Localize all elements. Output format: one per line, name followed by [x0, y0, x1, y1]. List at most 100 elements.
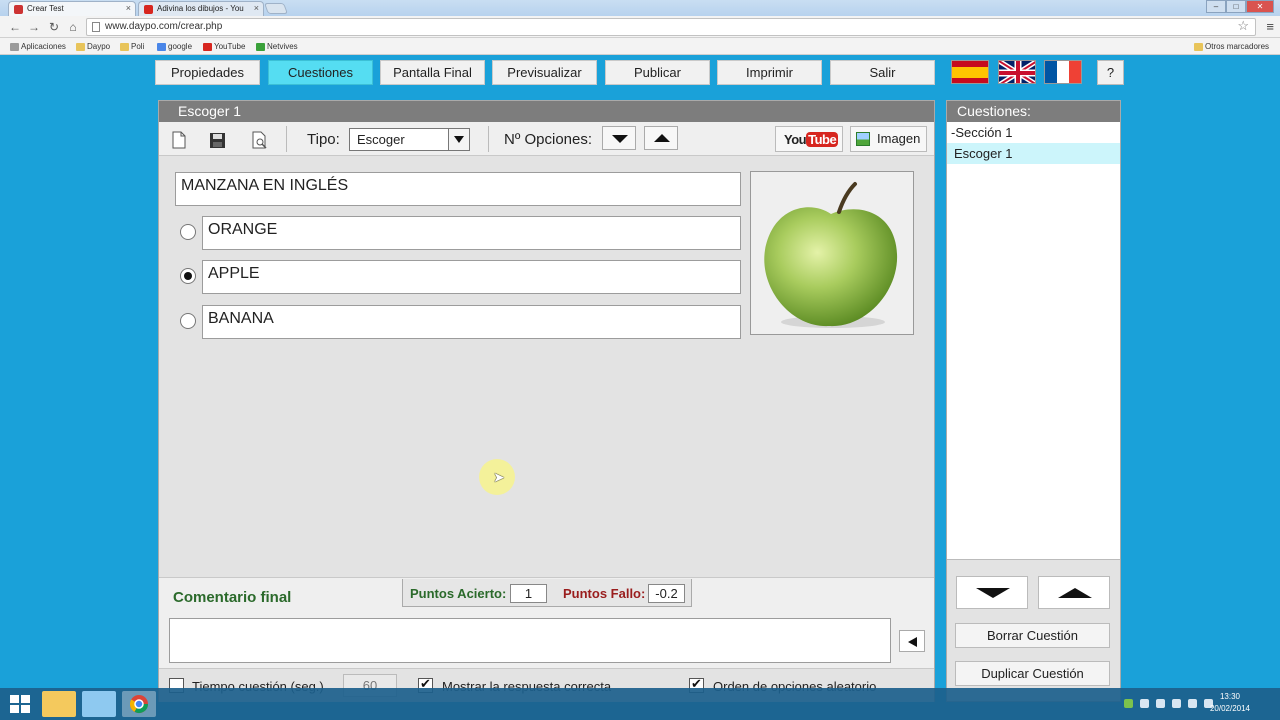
puntos-fallo-label: Puntos Fallo:: [563, 586, 646, 601]
french-flag-icon[interactable]: [1044, 60, 1082, 84]
address-bar[interactable]: www.daypo.com/crear.php ☆: [86, 18, 1256, 36]
new-tab-button[interactable]: [263, 3, 289, 14]
borrar-cuestion-button[interactable]: Borrar Cuestión: [955, 623, 1110, 648]
list-item-seccion[interactable]: -Sección 1: [947, 122, 1120, 143]
forward-arrow-icon[interactable]: →: [27, 19, 41, 35]
uk-flag-icon[interactable]: [998, 60, 1036, 84]
tab-propiedades[interactable]: Propiedades: [155, 60, 260, 85]
bookmark-label: google: [168, 42, 193, 51]
bookmark-aplicaciones[interactable]: Aplicaciones: [10, 41, 66, 53]
options-increase-button[interactable]: [644, 126, 678, 150]
close-icon[interactable]: ×: [254, 3, 259, 13]
url-text: www.daypo.com/crear.php: [105, 21, 223, 32]
list-item-escoger[interactable]: Escoger 1: [947, 143, 1120, 164]
youtube-favicon: [144, 5, 153, 14]
question-input[interactable]: MANZANA EN INGLÉS: [175, 172, 741, 206]
apple-image: [764, 182, 898, 328]
youtube-logo-icon: You Tube: [784, 132, 839, 147]
bookmark-google[interactable]: google: [157, 41, 192, 53]
youtube-button[interactable]: You Tube: [775, 126, 843, 152]
window-close-button[interactable]: ✕: [1246, 0, 1274, 13]
cuestiones-header: Cuestiones:: [947, 101, 1120, 122]
star-icon[interactable]: ☆: [1237, 18, 1249, 34]
browser-tab-crear-test[interactable]: Crear Test ×: [8, 1, 136, 16]
folder-icon[interactable]: [82, 691, 116, 717]
puntos-fallo-input[interactable]: -0.2: [648, 584, 685, 603]
option-radio-1[interactable]: [180, 224, 196, 240]
home-icon[interactable]: ⌂: [66, 19, 80, 35]
editor-title: Escoger 1: [159, 101, 934, 122]
question-image[interactable]: [750, 171, 914, 335]
comment-section: Comentario final Puntos Acierto: 1 Punto…: [159, 577, 934, 668]
bookmark-poli[interactable]: Poli: [120, 41, 144, 53]
taskbar-clock[interactable]: 13:30 20/02/2014: [1210, 691, 1250, 715]
chevron-down-icon: [448, 129, 469, 150]
tab-previsualizar[interactable]: Previsualizar: [492, 60, 597, 85]
tab-salir[interactable]: Salir: [830, 60, 935, 85]
mouse-pointer-icon: ➤: [493, 469, 505, 485]
image-button[interactable]: Imagen: [850, 126, 927, 152]
option-radio-2[interactable]: [180, 268, 196, 284]
new-document-icon[interactable]: [171, 131, 187, 149]
tray-display-icon[interactable]: [1172, 699, 1181, 708]
tab-label: Crear Test: [27, 4, 64, 13]
puntos-box: Puntos Acierto: 1 Puntos Fallo: -0.2: [402, 579, 692, 607]
editor-toolbar: Tipo: Escoger Nº Opciones: You Tube Image…: [159, 122, 934, 156]
opciones-label: Nº Opciones:: [504, 131, 593, 148]
bookmark-youtube[interactable]: YouTube: [203, 41, 245, 53]
puntos-acierto-label: Puntos Acierto:: [410, 586, 507, 601]
tab-imprimir[interactable]: Imprimir: [717, 60, 822, 85]
comentario-final-input[interactable]: [169, 618, 891, 663]
toolbar-separator: [488, 126, 489, 152]
spanish-flag-icon[interactable]: [951, 60, 989, 84]
toolbar-separator: [286, 126, 287, 152]
reload-icon[interactable]: ↻: [47, 19, 61, 35]
youtube-logo-text: You: [784, 132, 807, 147]
collapse-arrow-icon[interactable]: [899, 630, 925, 652]
move-down-button[interactable]: [956, 576, 1028, 609]
tray-network-icon[interactable]: [1124, 699, 1133, 708]
chrome-icon[interactable]: [122, 691, 156, 717]
tray-flag-icon[interactable]: [1156, 699, 1165, 708]
back-arrow-icon[interactable]: ←: [8, 19, 22, 35]
option-input-1[interactable]: ORANGE: [202, 216, 741, 250]
bookmark-otros[interactable]: Otros marcadores: [1194, 41, 1269, 53]
tipo-select-value: Escoger: [357, 132, 405, 147]
option-radio-3[interactable]: [180, 313, 196, 329]
picture-icon: [856, 132, 870, 146]
minimize-button[interactable]: –: [1206, 0, 1226, 13]
save-icon[interactable]: [209, 131, 225, 149]
option-input-3[interactable]: BANANA: [202, 305, 741, 339]
tray-bluetooth-icon[interactable]: [1140, 699, 1149, 708]
menu-icon[interactable]: ≡: [1266, 19, 1274, 34]
option-input-2[interactable]: APPLE: [202, 260, 741, 294]
file-explorer-icon[interactable]: [42, 691, 76, 717]
browser-tab-youtube[interactable]: Adivina los dibujos - You ×: [138, 1, 264, 16]
tipo-select[interactable]: Escoger: [349, 128, 470, 151]
youtube-icon: [203, 43, 212, 51]
browser-toolbar: ← → ↻ ⌂ www.daypo.com/crear.php ☆ ≡: [0, 16, 1280, 38]
bookmark-netvives[interactable]: Netvives: [256, 41, 298, 53]
tab-cuestiones[interactable]: Cuestiones: [268, 60, 373, 85]
arrow-up-icon: [1058, 588, 1092, 598]
help-button[interactable]: ?: [1097, 60, 1124, 85]
close-icon[interactable]: ×: [126, 3, 131, 13]
arrow-up-icon: [654, 134, 670, 142]
duplicar-cuestion-button[interactable]: Duplicar Cuestión: [955, 661, 1110, 686]
arrow-down-icon: [612, 135, 628, 143]
preview-document-icon[interactable]: [251, 131, 267, 149]
move-up-button[interactable]: [1038, 576, 1110, 609]
page-icon: [92, 22, 100, 32]
windows-start-icon[interactable]: [10, 695, 30, 713]
puntos-acierto-input[interactable]: 1: [510, 584, 547, 603]
maximize-button[interactable]: □: [1226, 0, 1246, 13]
tab-publicar[interactable]: Publicar: [605, 60, 710, 85]
cuestiones-panel: Cuestiones: -Sección 1 Escoger 1 Borrar …: [946, 100, 1121, 702]
bookmark-label: Poli: [131, 42, 145, 51]
options-decrease-button[interactable]: [602, 126, 636, 150]
bookmark-daypo[interactable]: Daypo: [76, 41, 110, 53]
tray-wifi-icon[interactable]: [1188, 699, 1197, 708]
comentario-label: Comentario final: [173, 589, 292, 606]
tipo-label: Tipo:: [307, 131, 340, 148]
tab-pantalla-final[interactable]: Pantalla Final: [380, 60, 485, 85]
